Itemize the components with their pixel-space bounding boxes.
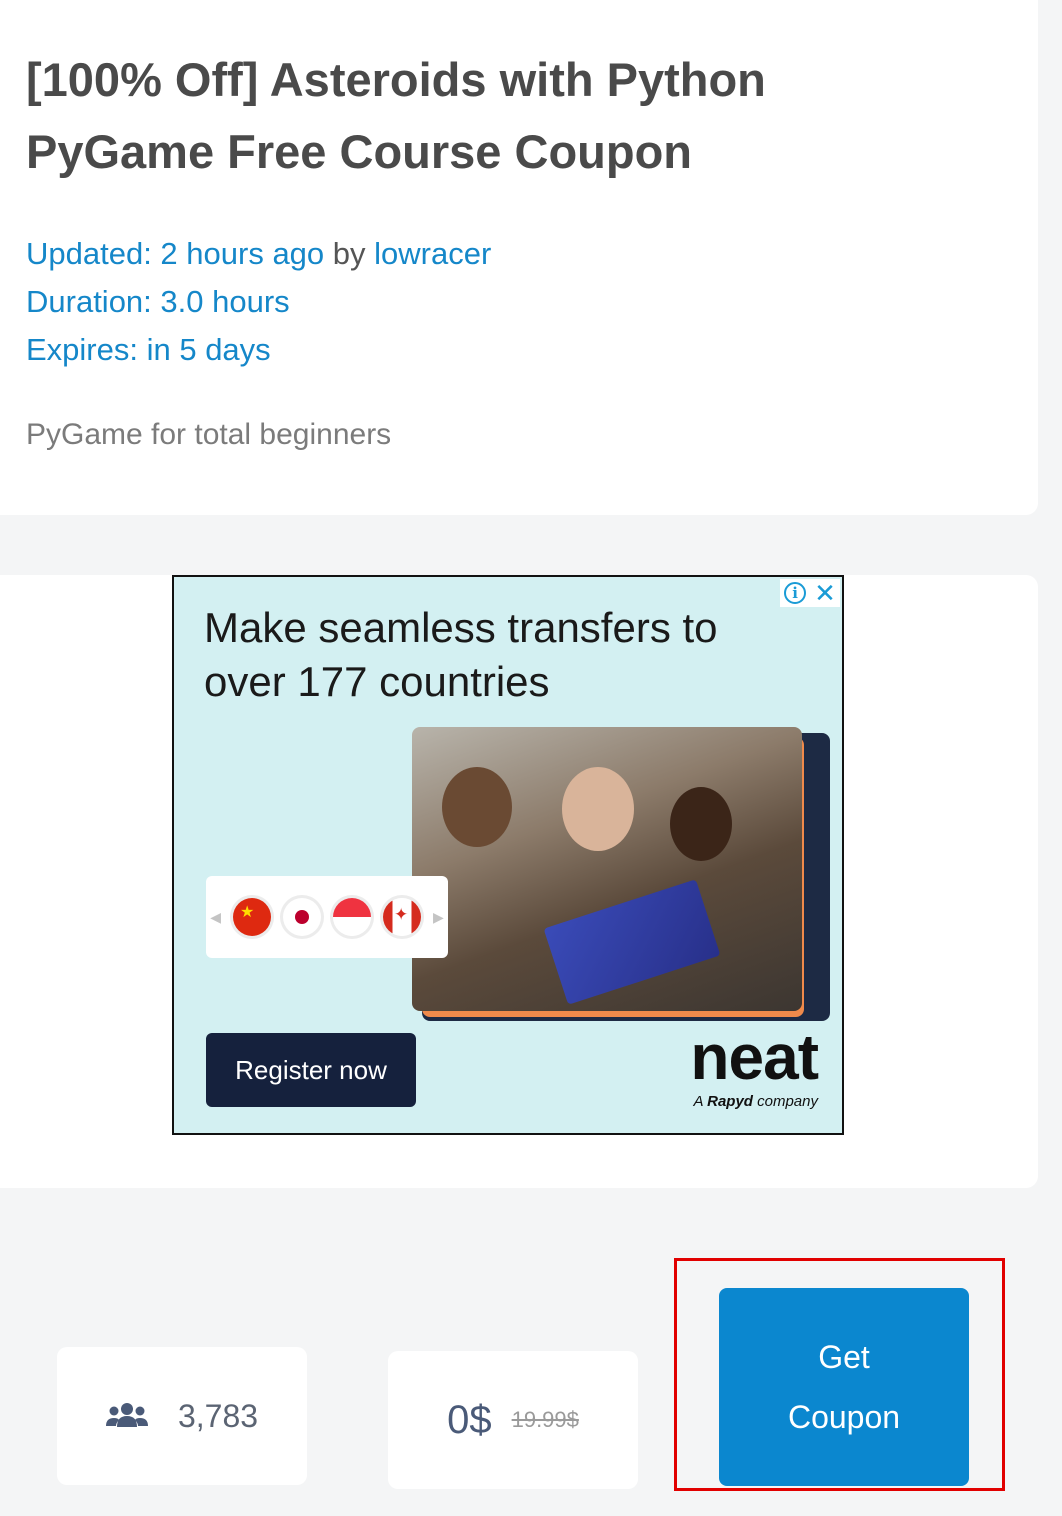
tagline-suffix: company bbox=[757, 1093, 818, 1110]
users-icon bbox=[105, 1403, 148, 1427]
brand-logo: neat A Rapyd company bbox=[690, 1021, 819, 1110]
brand-name: neat bbox=[690, 1021, 819, 1093]
japan-flag-icon bbox=[283, 898, 321, 936]
duration-label: Duration: 3.0 hours bbox=[26, 284, 290, 319]
course-info-card: [100% Off] Asteroids with Python PyGame … bbox=[0, 0, 1038, 515]
ad-close-icon[interactable]: ✕ bbox=[814, 580, 836, 606]
register-now-button[interactable]: Register now bbox=[206, 1033, 416, 1107]
price-stat: 0$ 19.99$ bbox=[388, 1351, 638, 1489]
brand-tagline: A Rapyd company bbox=[690, 1093, 818, 1110]
ad-photo bbox=[412, 727, 802, 1011]
chevron-left-icon: ◀ bbox=[210, 908, 221, 925]
author-link[interactable]: lowracer bbox=[374, 236, 491, 271]
current-price: 0$ bbox=[447, 1397, 492, 1442]
highlight-box bbox=[674, 1258, 1005, 1491]
currency-flags: ◀ ▶ bbox=[206, 876, 448, 958]
ad-banner[interactable]: Make seamless transfers to over 177 coun… bbox=[172, 575, 844, 1135]
canada-flag-icon bbox=[383, 898, 421, 936]
ad-controls: i ✕ bbox=[780, 579, 840, 607]
ad-headline: Make seamless transfers to over 177 coun… bbox=[204, 604, 718, 705]
ad-info-icon[interactable]: i bbox=[784, 582, 807, 604]
expires-label: Expires: in 5 days bbox=[26, 332, 271, 367]
tagline-company: Rapyd bbox=[707, 1093, 753, 1110]
course-description: PyGame for total beginners bbox=[26, 418, 392, 451]
laptop bbox=[543, 879, 721, 1005]
original-price: 19.99$ bbox=[511, 1407, 579, 1432]
by-label: by bbox=[332, 236, 366, 271]
page-title: [100% Off] Asteroids with Python PyGame … bbox=[26, 53, 766, 178]
person-3 bbox=[670, 787, 732, 861]
singapore-flag-icon bbox=[333, 898, 371, 936]
tagline-prefix: A bbox=[693, 1093, 703, 1110]
person-2 bbox=[562, 767, 634, 851]
china-flag-icon bbox=[233, 898, 271, 936]
students-stat: 3,783 bbox=[57, 1347, 307, 1485]
chevron-right-icon: ▶ bbox=[433, 908, 444, 925]
updated-label: Updated: 2 hours ago bbox=[26, 236, 325, 271]
students-count: 3,783 bbox=[177, 1397, 259, 1434]
course-meta: Updated: 2 hours ago by lowracer Duratio… bbox=[26, 230, 491, 374]
updated-row: Updated: 2 hours ago by lowracer bbox=[26, 230, 491, 278]
person-1 bbox=[442, 767, 512, 847]
